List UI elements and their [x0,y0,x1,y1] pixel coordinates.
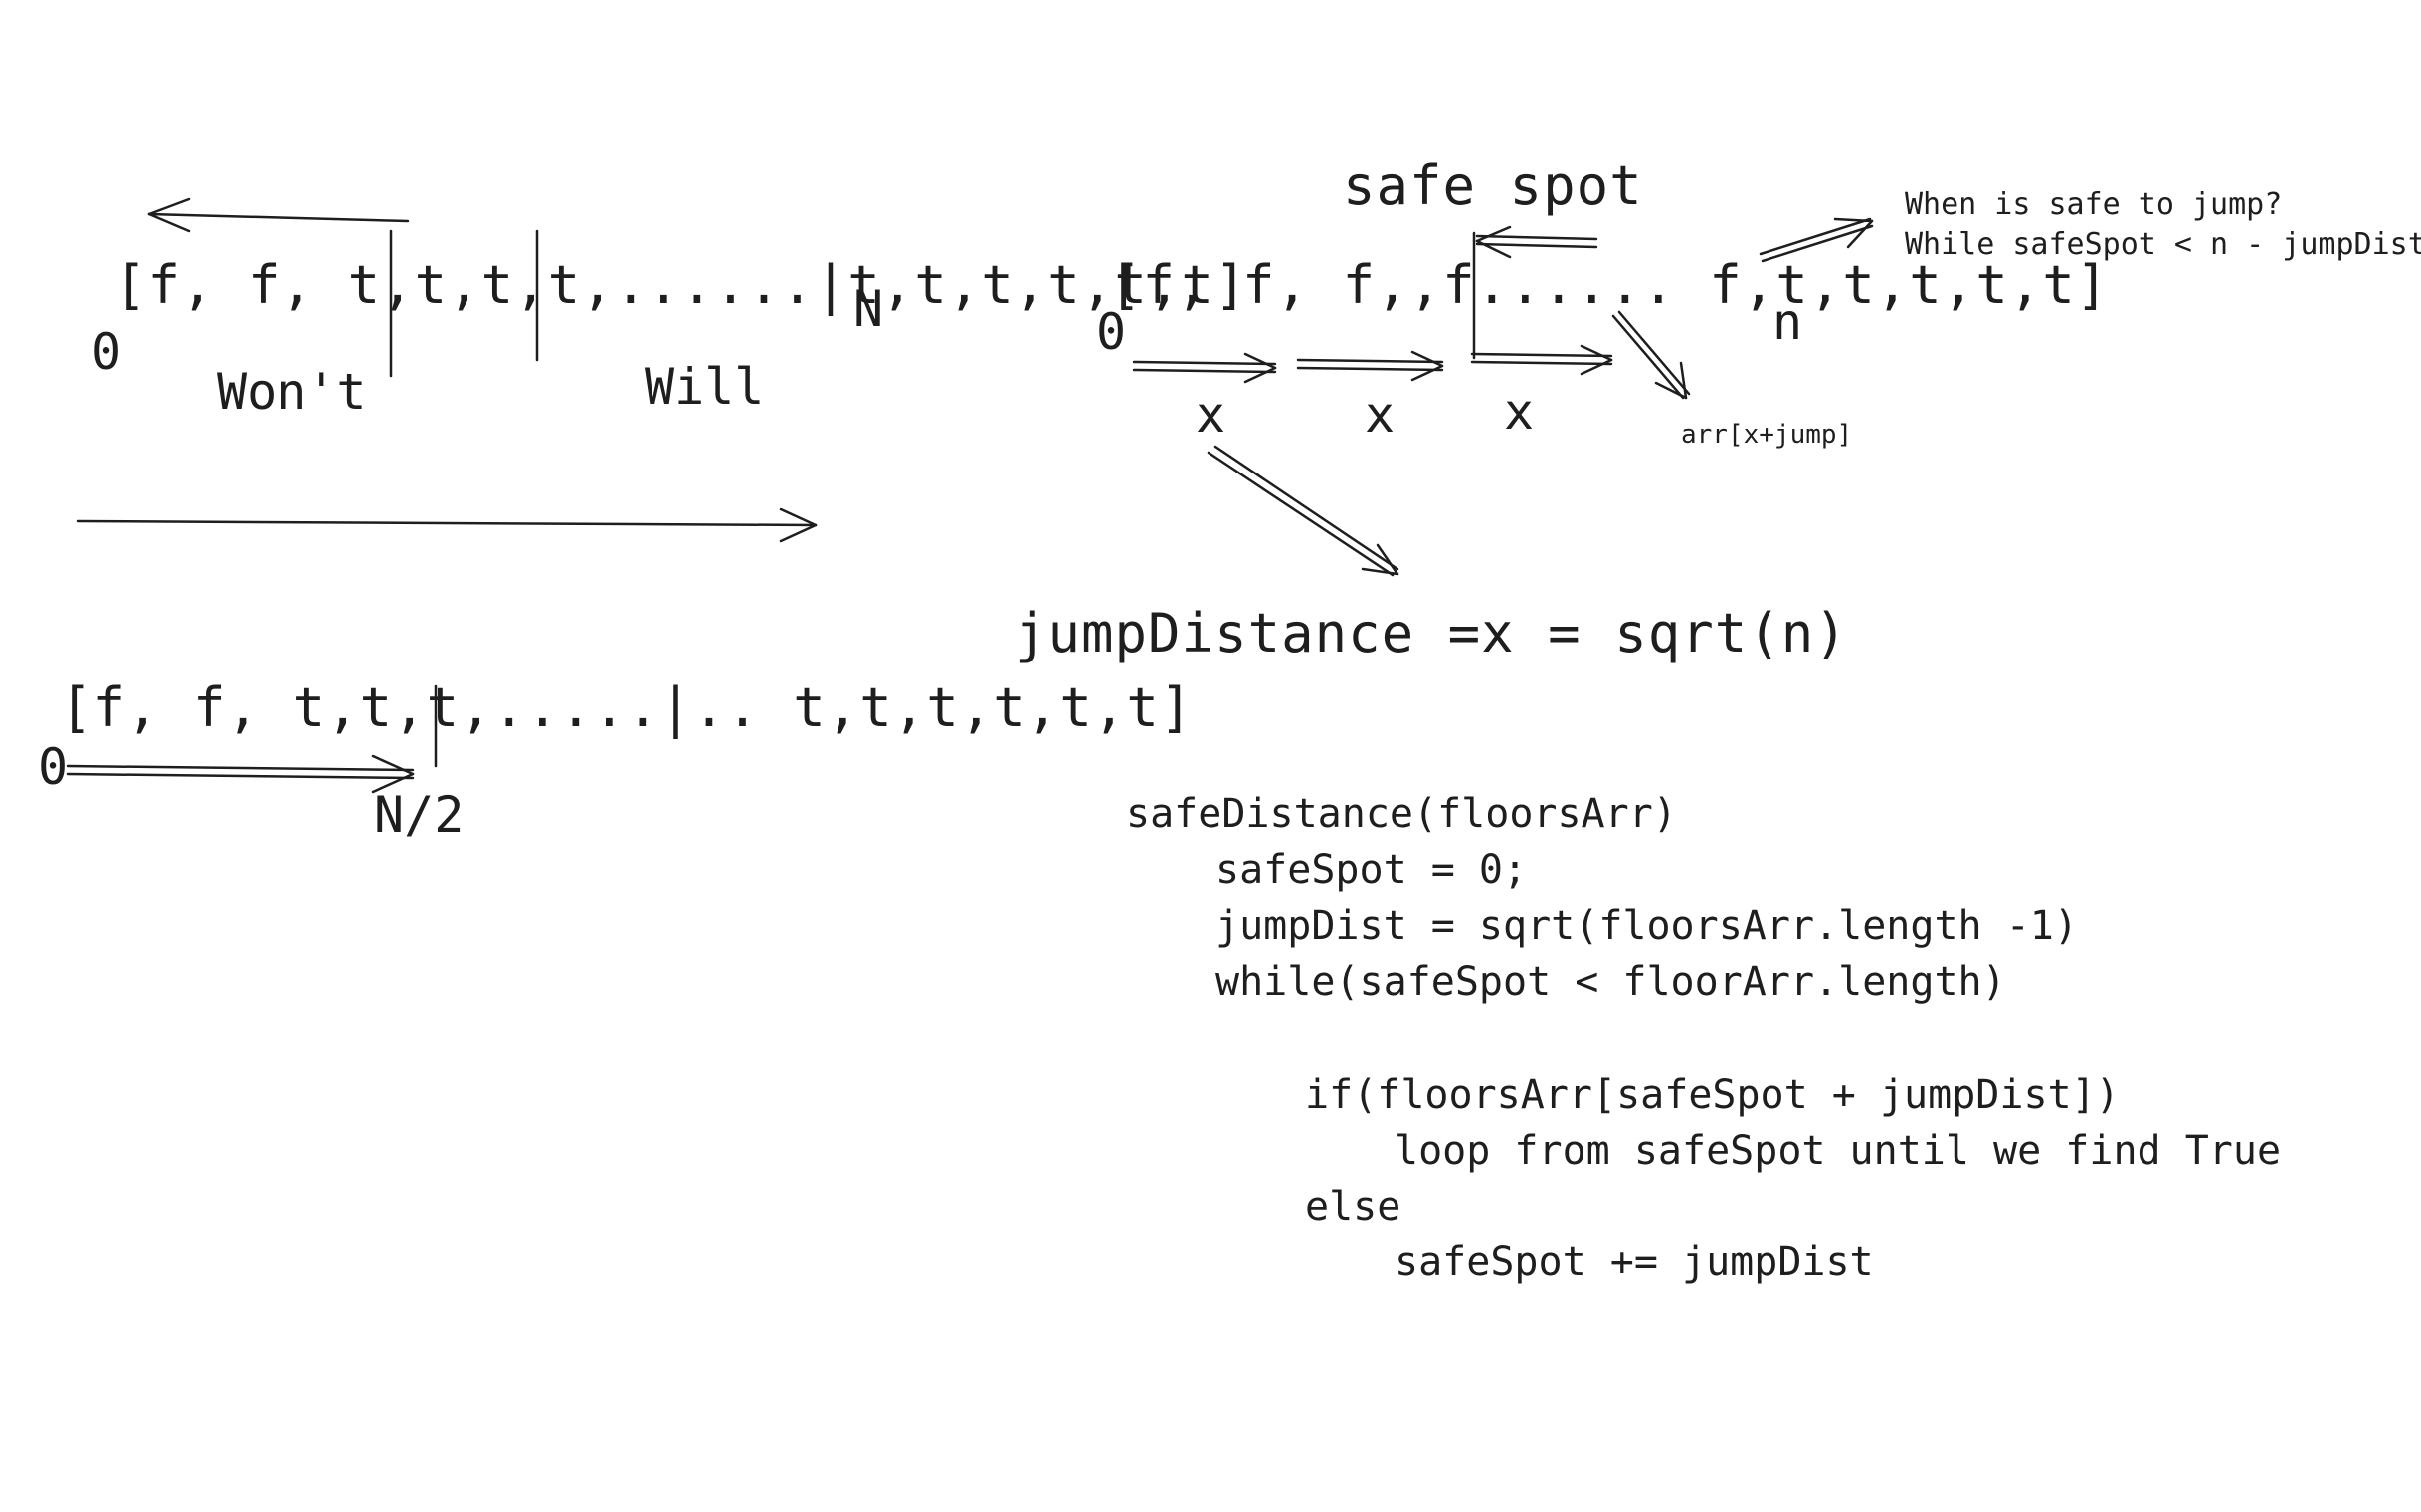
wont-label: Won't [217,363,367,421]
zero-label-bottom: 0 [38,738,69,796]
x-label-3: x [1504,383,1535,441]
jump-arrow-1 [1132,352,1277,384]
jump-condition: While safeSpot < n - jumpDist [1905,227,2421,262]
will-label: Will [645,358,765,416]
half-label: N/2 [374,786,465,844]
code-line-3: jumpDist = sqrt(floorsArr.length -1) [1215,903,2078,949]
jump-arrow-3 [1470,344,1613,376]
half-arrow [66,754,415,794]
array-right: [f, f, f,,f...... f,t,t,t,t,t] [1109,254,2110,316]
arr-note: arr[x+jump] [1681,420,1853,450]
code-line-4: while(safeSpot < floorArr.length) [1215,959,2006,1005]
jump-question: When is safe to jump? [1905,187,2283,222]
safe-spot-arrow [1475,225,1598,259]
formula-arrow [1207,445,1399,577]
code-line-8: safeSpot += jumpDist [1395,1239,1874,1285]
back-arrow [147,197,410,233]
code-line-6: loop from safeSpot until we find True [1395,1128,2282,1174]
n-label-right: n [1772,293,1803,351]
array-top-left: [f, f, t,t,t,t,......|t,t,t,t,t,t] [114,254,1248,316]
jump-arrow-2 [1296,350,1444,382]
jump-formula: jumpDistance =x = sqrt(n) [1015,602,1848,664]
code-line-7: else [1305,1184,1401,1229]
x-label-1: x [1196,386,1226,444]
zero-label-right: 0 [1096,303,1127,361]
code-line-5: if(floorsArr[safeSpot + jumpDist]) [1305,1072,2120,1118]
x-label-2: x [1365,386,1396,444]
array-bottom-left: [f, f, t,t,t,.....|.. t,t,t,t,t,t] [60,676,1194,739]
n-label-top: N [853,281,884,338]
code-line-1: safeDistance(floorsArr) [1126,791,1677,837]
code-line-2: safeSpot = 0; [1215,848,1528,893]
safe-spot-title: safe spot [1343,154,1643,217]
zero-label-top: 0 [92,323,122,381]
forward-arrow [76,507,818,543]
arr-note-arrow [1611,310,1691,400]
